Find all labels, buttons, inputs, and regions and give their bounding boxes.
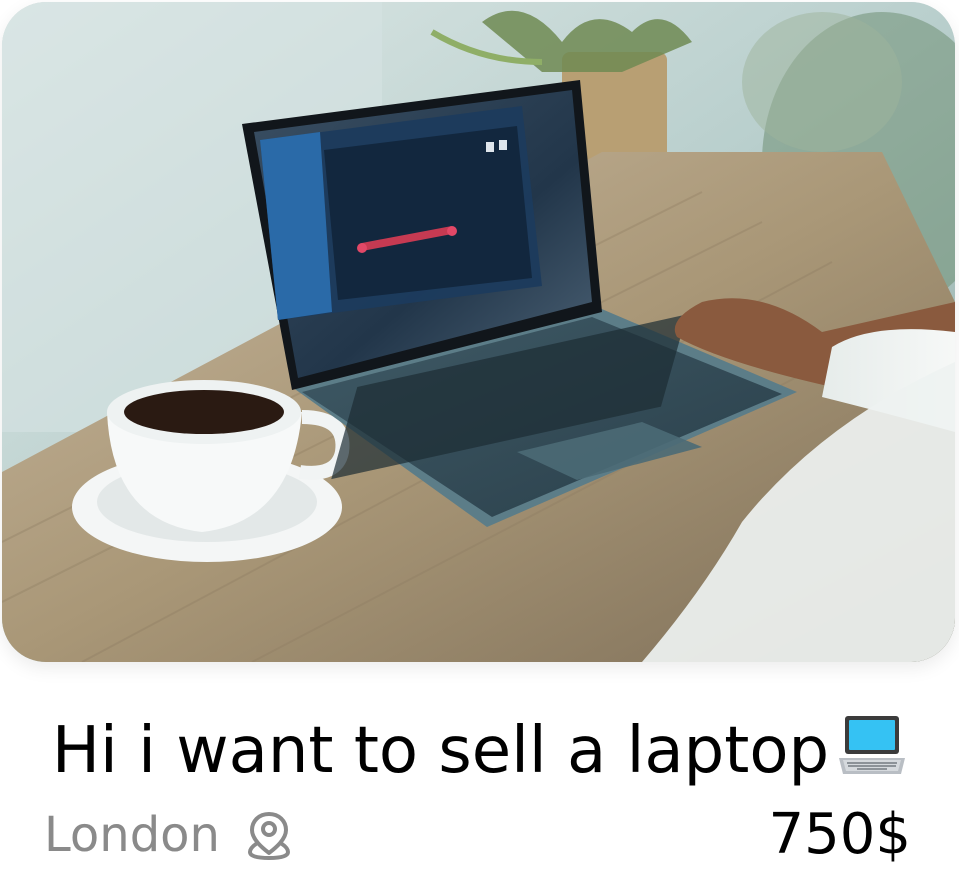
map-pin-icon xyxy=(242,808,296,862)
listing-price: 750$ xyxy=(768,802,911,867)
location-text: London xyxy=(44,807,220,863)
listing-photo[interactable] xyxy=(2,2,955,662)
listing-card[interactable]: Hi i want to sell a laptop London 750$ xyxy=(0,0,959,871)
laptop-emoji-icon xyxy=(837,710,907,800)
listing-title: Hi i want to sell a laptop xyxy=(0,706,959,796)
listing-title-text: Hi i want to sell a laptop xyxy=(51,714,830,788)
listing-location: London xyxy=(44,800,296,870)
